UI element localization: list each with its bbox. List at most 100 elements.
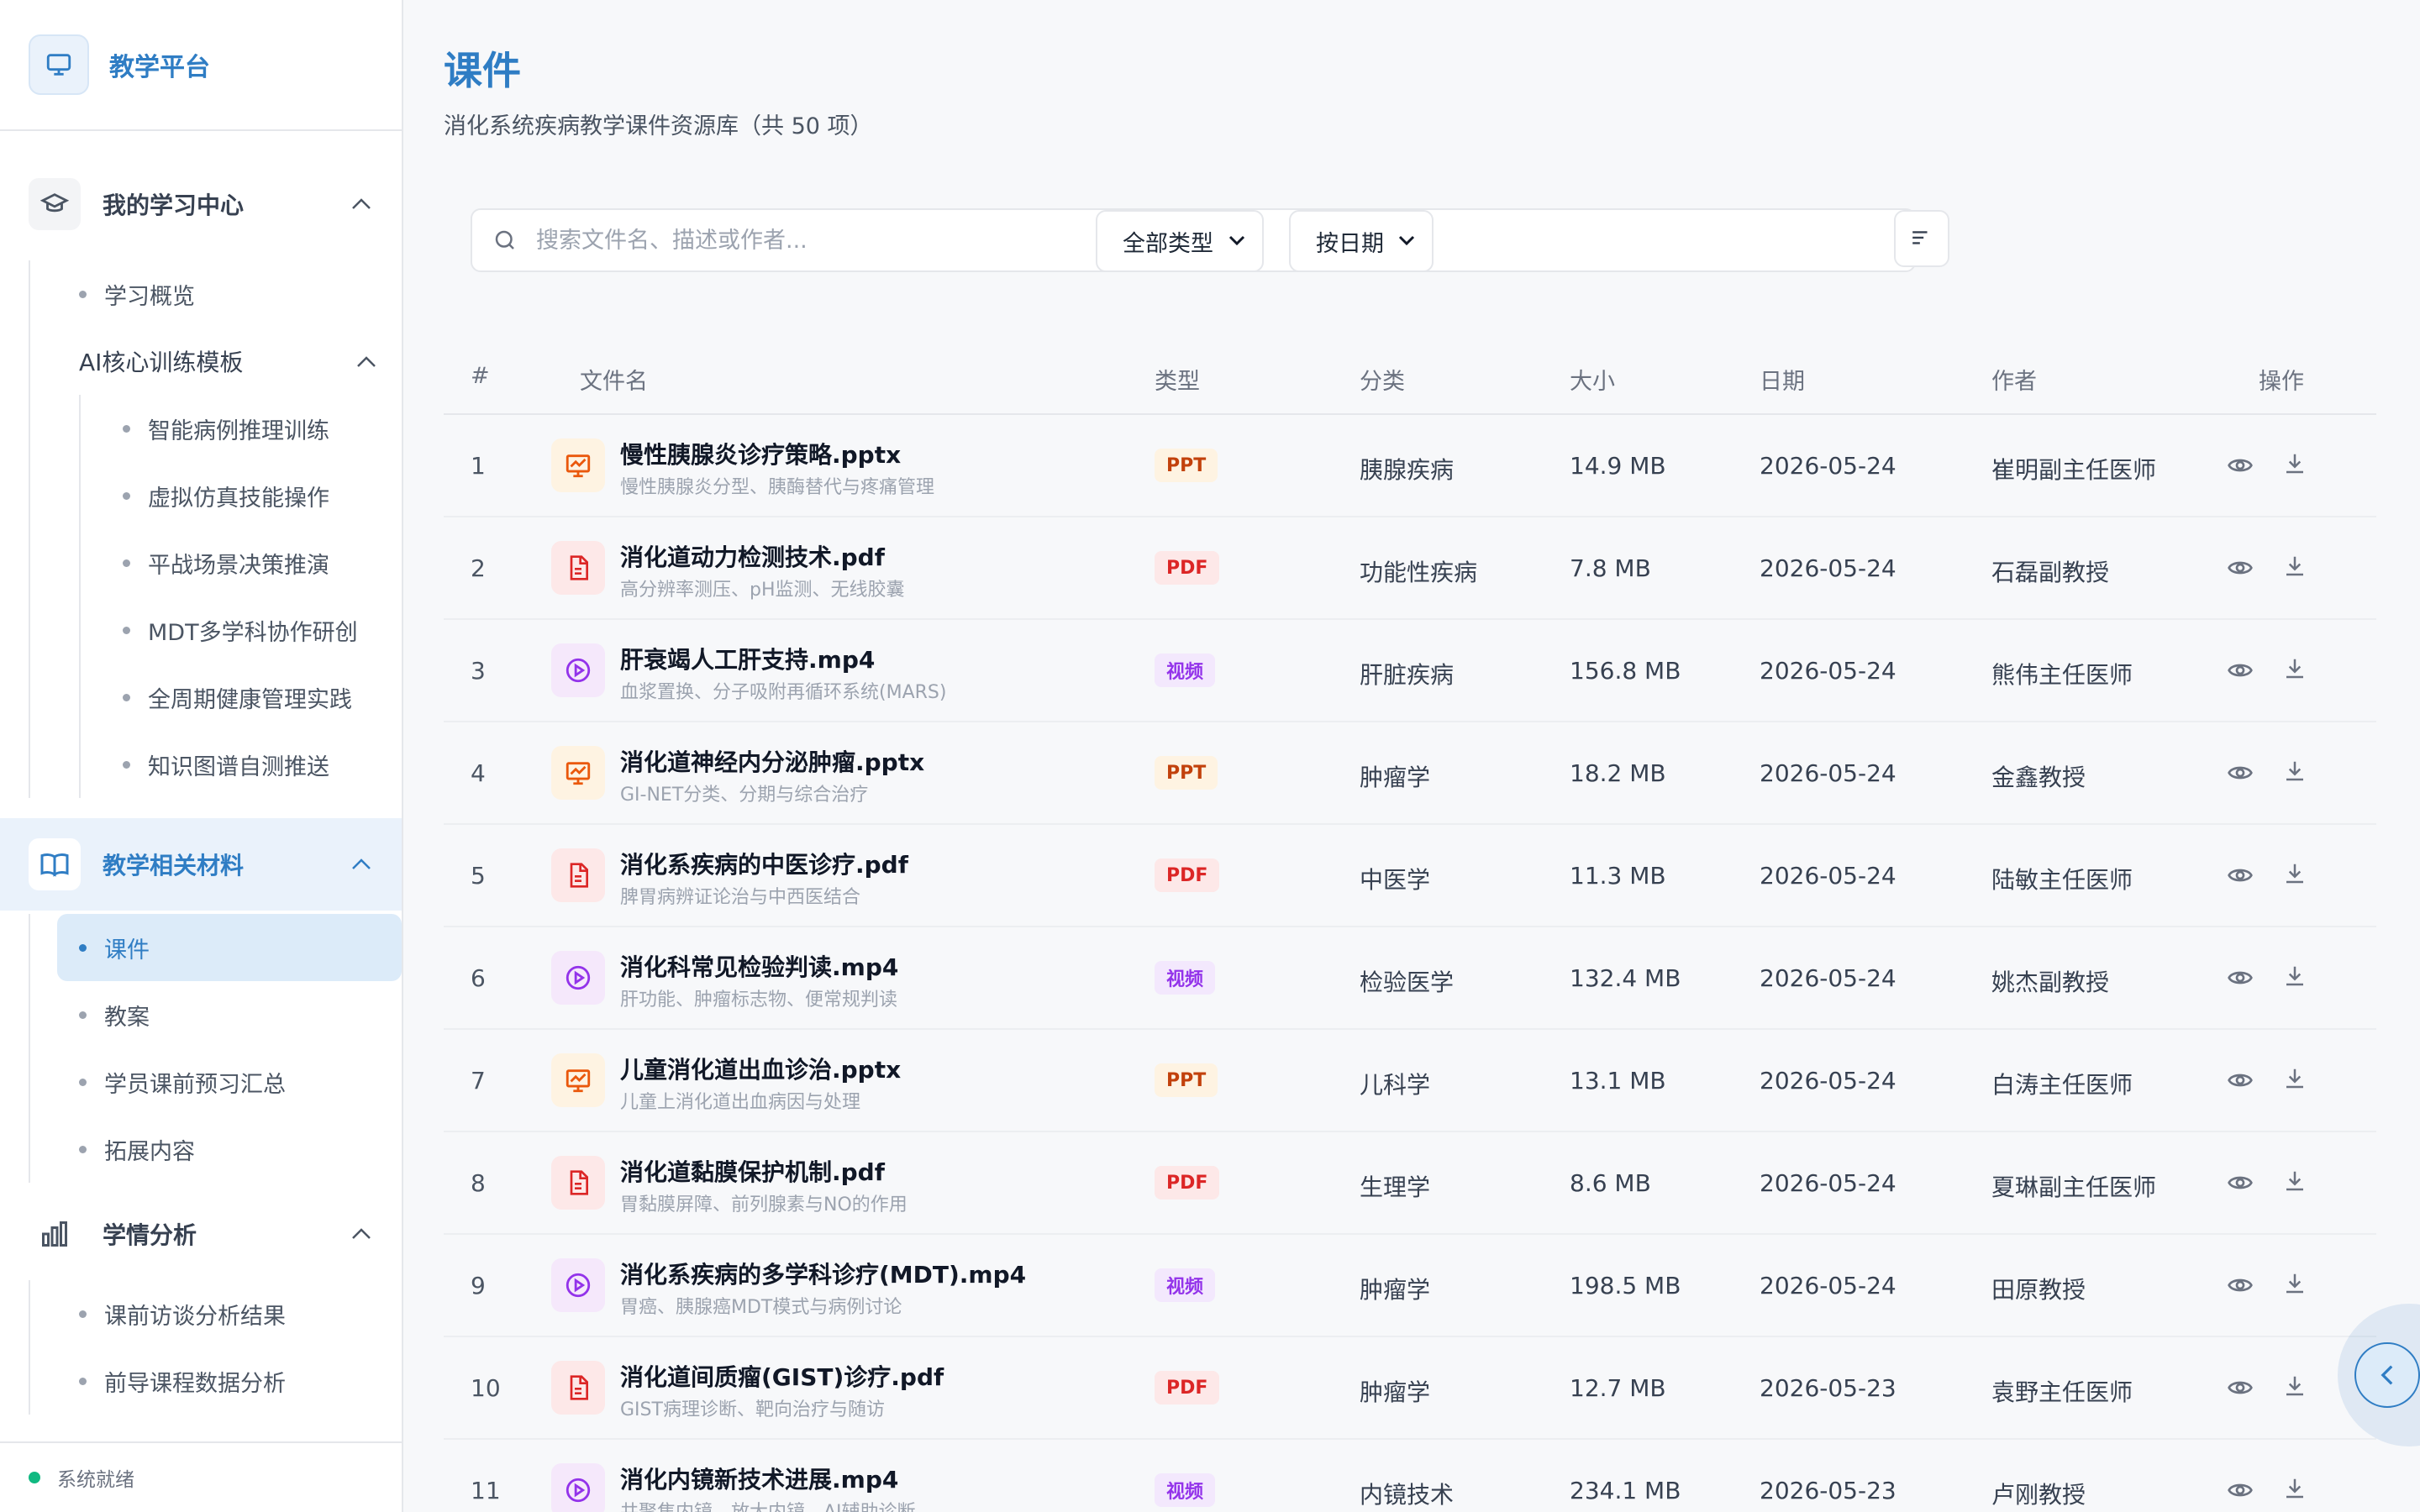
file-name[interactable]: 肝衰竭人工肝支持.mp4 <box>620 642 875 675</box>
table-row[interactable]: 7 儿童消化道出血诊治.pptx 儿童上消化道出血病因与处理 PPT 儿科学 13.1 M… <box>444 1030 2376 1132</box>
date-cell: 2026-05-24 <box>1760 452 1897 480</box>
category-cell: 内镜技术 <box>1360 1481 1455 1509</box>
nav-group-analytics[interactable]: 学情分析 <box>0 1188 402 1280</box>
sidebar-item-interview-analysis[interactable]: 课前访谈分析结果 <box>30 1280 402 1347</box>
file-description: 胃黏膜屏障、前列腺素与NO的作用 <box>620 1194 908 1215</box>
sidebar-item-scenario-decision[interactable]: 平战场景决策推演 <box>81 529 402 596</box>
sidebar-item-health-management[interactable]: 全周期健康管理实践 <box>81 664 402 731</box>
sidebar-item-case-reasoning[interactable]: 智能病例推理训练 <box>81 395 402 462</box>
date-cell: 2026-05-23 <box>1760 1477 1897 1504</box>
file-description: GI-NET分类、分期与综合治疗 <box>620 785 869 806</box>
author-cell: 石磊副教授 <box>1991 559 2110 586</box>
author-cell: 熊伟主任医师 <box>1991 661 2133 689</box>
eye-icon[interactable] <box>2227 1067 2254 1094</box>
eye-icon[interactable] <box>2227 1272 2254 1299</box>
table-row[interactable]: 5 消化系疾病的中医诊疗.pdf 脾胃病辨证论治与中西医结合 PDF 中医学 11.3 M… <box>444 825 2376 927</box>
sidebar-item-knowledge-graph[interactable]: 知识图谱自测推送 <box>81 731 402 798</box>
download-icon[interactable] <box>2282 1168 2307 1194</box>
table-row[interactable]: 1 慢性胰腺炎诊疗策略.pptx 慢性胰腺炎分型、胰酶替代与疼痛管理 PPT 胰腺疾病 1… <box>444 415 2376 517</box>
download-icon[interactable] <box>2282 860 2307 887</box>
bullet <box>123 559 130 567</box>
sidebar-item-preview-summary[interactable]: 学员课前预习汇总 <box>30 1048 402 1116</box>
brand[interactable]: 教学平台 <box>0 0 402 131</box>
pdf-file-icon <box>551 848 605 902</box>
download-icon[interactable] <box>2282 758 2307 785</box>
download-icon[interactable] <box>2282 655 2307 682</box>
eye-icon[interactable] <box>2227 452 2254 479</box>
row-index: 3 <box>471 657 486 685</box>
file-name[interactable]: 消化系疾病的多学科诊疗(MDT).mp4 <box>620 1257 1026 1290</box>
sort-select[interactable]: 按日期 <box>1289 210 1434 272</box>
table-row[interactable]: 2 消化道动力检测技术.pdf 高分辨率测压、pH监测、无线胶囊 PDF 功能性疾病 7.… <box>444 517 2376 620</box>
sidebar-item-extended-content[interactable]: 拓展内容 <box>30 1116 402 1183</box>
nav-group-learning-center[interactable]: 我的学习中心 <box>0 148 402 260</box>
col-header-size: 大小 <box>1570 369 1615 395</box>
file-name[interactable]: 消化道黏膜保护机制.pdf <box>620 1154 885 1188</box>
chevron-up-icon[interactable] <box>351 856 371 873</box>
collapse-button[interactable] <box>2354 1342 2420 1408</box>
table-row[interactable]: 6 消化科常见检验判读.mp4 肝功能、肿瘤标志物、便常规判读 视频 检验医学 132.4… <box>444 927 2376 1030</box>
table-row[interactable]: 9 消化系疾病的多学科诊疗(MDT).mp4 胃癌、胰腺癌MDT模式与病例讨论 视频 肿… <box>444 1235 2376 1337</box>
eye-icon[interactable] <box>2227 1374 2254 1401</box>
eye-icon[interactable] <box>2227 657 2254 684</box>
download-icon[interactable] <box>2282 1373 2307 1399</box>
file-description: 肝功能、肿瘤标志物、便常规判读 <box>620 990 898 1011</box>
file-name[interactable]: 消化道神经内分泌肿瘤.pptx <box>620 744 924 778</box>
row-index: 11 <box>471 1477 501 1504</box>
table-row[interactable]: 3 肝衰竭人工肝支持.mp4 血浆置换、分子吸附再循环系统(MARS) 视频 肝脏疾病 1… <box>444 620 2376 722</box>
eye-icon[interactable] <box>2227 1477 2254 1504</box>
sidebar-item-mdt[interactable]: MDT多学科协作研创 <box>81 596 402 664</box>
chevron-up-icon[interactable] <box>351 1226 371 1242</box>
eye-icon[interactable] <box>2227 1169 2254 1196</box>
download-icon[interactable] <box>2282 963 2307 990</box>
file-name[interactable]: 消化科常见检验判读.mp4 <box>620 949 898 983</box>
file-name[interactable]: 消化内镜新技术进展.mp4 <box>620 1462 898 1495</box>
file-name[interactable]: 消化道间质瘤(GIST)诊疗.pdf <box>620 1359 944 1393</box>
file-name[interactable]: 消化系疾病的中医诊疗.pdf <box>620 847 908 880</box>
sort-order-button[interactable] <box>1894 210 1949 267</box>
sidebar-item-lesson-plans[interactable]: 教案 <box>30 981 402 1048</box>
video-play-icon <box>551 643 605 697</box>
pdf-file-icon <box>551 1361 605 1415</box>
chevron-up-icon[interactable] <box>356 354 376 370</box>
size-cell: 132.4 MB <box>1570 964 1681 992</box>
table-row[interactable]: 11 消化内镜新技术进展.mp4 共聚焦内镜、放大内镜、AI辅助诊断 视频 内镜技术 23… <box>444 1440 2376 1512</box>
table-row[interactable]: 10 消化道间质瘤(GIST)诊疗.pdf GIST病理诊断、靶向治疗与随访 PDF 肿… <box>444 1337 2376 1440</box>
table-row[interactable]: 8 消化道黏膜保护机制.pdf 胃黏膜屏障、前列腺素与NO的作用 PDF 生理学 8.6 … <box>444 1132 2376 1235</box>
file-name[interactable]: 慢性胰腺炎诊疗策略.pptx <box>620 437 901 470</box>
category-cell: 检验医学 <box>1360 969 1455 996</box>
eye-icon[interactable] <box>2227 759 2254 786</box>
sidebar-item-overview[interactable]: 学习概览 <box>30 260 402 328</box>
nav-subtree-analytics: 课前访谈分析结果 前导课程数据分析 <box>29 1280 402 1415</box>
file-description: 共聚焦内镜、放大内镜、AI辅助诊断 <box>620 1497 916 1512</box>
download-icon[interactable] <box>2282 1475 2307 1502</box>
row-index: 1 <box>471 452 486 480</box>
size-cell: 14.9 MB <box>1570 452 1666 480</box>
download-icon[interactable] <box>2282 450 2307 477</box>
download-icon[interactable] <box>2282 1270 2307 1297</box>
category-cell: 胰腺疾病 <box>1360 456 1455 484</box>
chevron-up-icon[interactable] <box>351 196 371 213</box>
download-icon[interactable] <box>2282 553 2307 580</box>
author-cell: 姚杰副教授 <box>1991 969 2110 996</box>
sidebar-item-courseware[interactable]: 课件 <box>57 914 402 981</box>
bullet <box>123 627 130 634</box>
eye-icon[interactable] <box>2227 964 2254 991</box>
eye-icon[interactable] <box>2227 554 2254 581</box>
col-header-author: 作者 <box>1991 369 2037 395</box>
file-name[interactable]: 儿童消化道出血诊治.pptx <box>620 1052 901 1085</box>
date-cell: 2026-05-24 <box>1760 759 1897 787</box>
author-cell: 田原教授 <box>1991 1276 2086 1304</box>
size-cell: 11.3 MB <box>1570 862 1666 890</box>
size-cell: 198.5 MB <box>1570 1272 1681 1299</box>
download-icon[interactable] <box>2282 1065 2307 1092</box>
nav-group-teaching-materials[interactable]: 教学相关材料 <box>0 818 402 911</box>
eye-icon[interactable] <box>2227 862 2254 889</box>
file-name[interactable]: 消化道动力检测技术.pdf <box>620 539 885 573</box>
table-row[interactable]: 4 消化道神经内分泌肿瘤.pptx GI-NET分类、分期与综合治疗 PPT 肿瘤学 18… <box>444 722 2376 825</box>
category-cell: 中医学 <box>1360 866 1431 894</box>
nav-subgroup-ai-templates[interactable]: AI核心训练模板 <box>30 328 402 395</box>
type-filter-select[interactable]: 全部类型 <box>1096 210 1264 272</box>
sidebar-item-virtual-sim[interactable]: 虚拟仿真技能操作 <box>81 462 402 529</box>
sidebar-item-prereq-analysis[interactable]: 前导课程数据分析 <box>30 1347 402 1415</box>
